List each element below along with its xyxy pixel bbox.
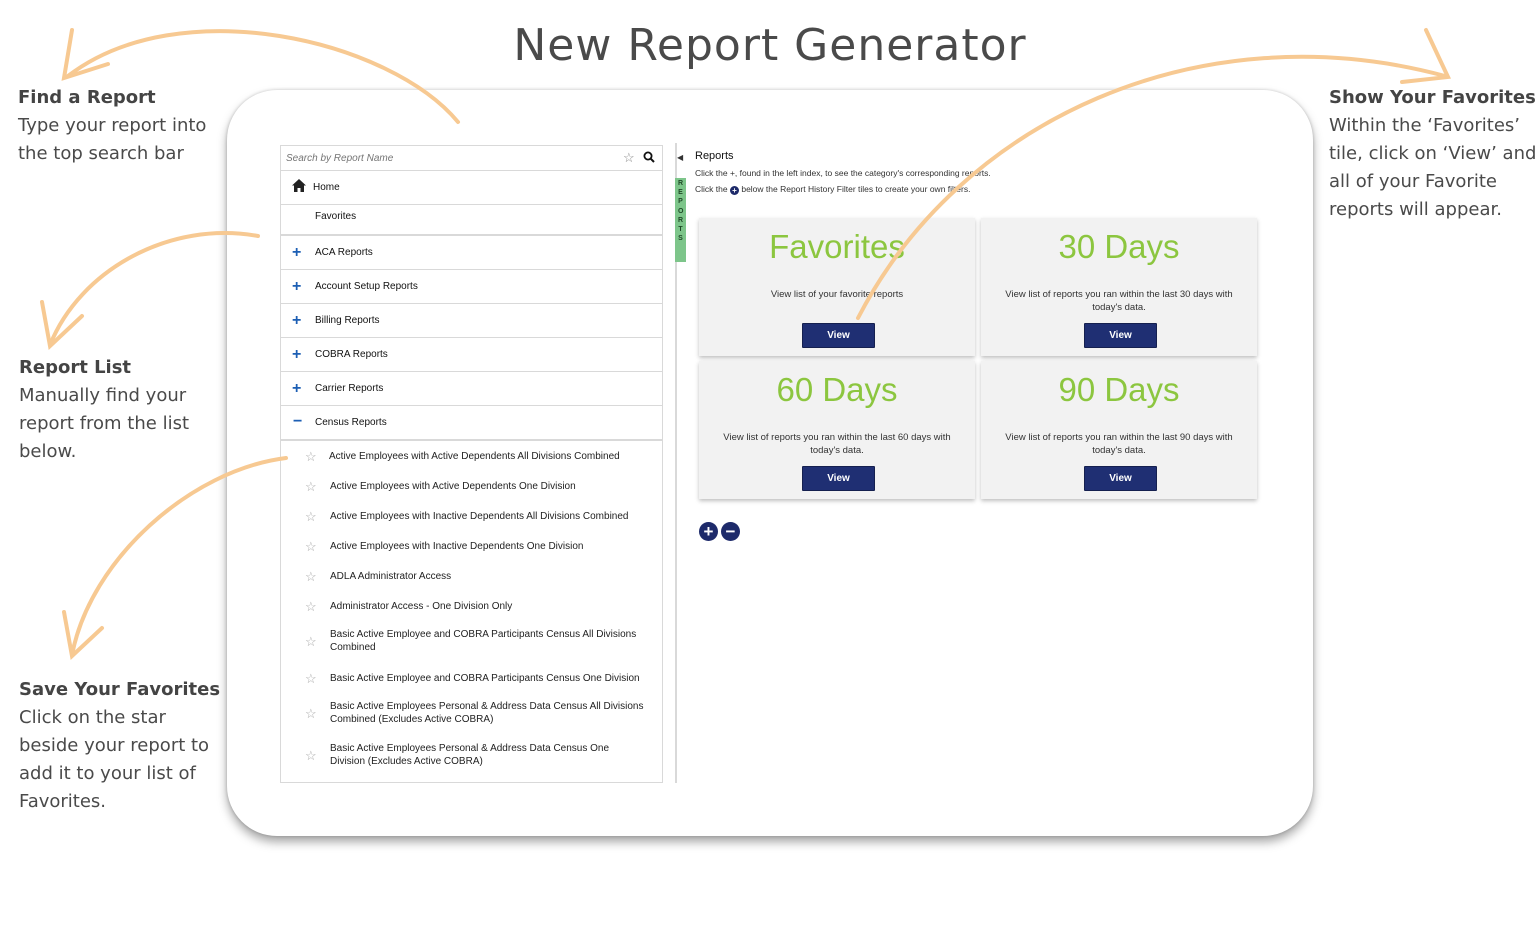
tile-favorites: Favorites View list of your favorite rep…	[699, 218, 975, 356]
note-line: Favorites.	[19, 791, 107, 812]
note-save-favorites: Save Your Favorites Click on the star be…	[19, 676, 220, 816]
note-heading: Find a Report	[18, 87, 156, 108]
favorite-star-icon[interactable]: ☆	[305, 509, 317, 525]
report-name[interactable]: Basic Active Employee and COBRA Particip…	[330, 628, 645, 654]
tile-90-days: 90 Days View list of reports you ran wit…	[981, 361, 1257, 499]
nav-favorites[interactable]: Favorites	[281, 200, 662, 236]
note-heading: Save Your Favorites	[19, 679, 221, 700]
view-60-days-button[interactable]: View	[802, 466, 875, 491]
favorite-star-icon[interactable]: ☆	[305, 599, 317, 615]
instruction-line-2-prefix: Click the	[695, 184, 728, 194]
tile-60-days: 60 Days View list of reports you ran wit…	[699, 361, 975, 499]
expand-plus-icon[interactable]: +	[292, 372, 301, 405]
nav-category-carrier[interactable]: + Carrier Reports	[281, 372, 662, 406]
note-line: the top search bar	[18, 143, 184, 164]
expand-plus-icon[interactable]: +	[292, 236, 301, 269]
note-line: Manually find your	[19, 385, 187, 406]
nav-category-account-setup[interactable]: + Account Setup Reports	[281, 270, 662, 304]
reports-side-tab[interactable]: REPORTS	[675, 178, 686, 262]
nav-category-cobra[interactable]: + COBRA Reports	[281, 338, 662, 372]
tile-30-days: 30 Days View list of reports you ran wit…	[981, 218, 1257, 356]
expand-plus-icon[interactable]: +	[292, 270, 301, 303]
view-90-days-button[interactable]: View	[1084, 466, 1157, 491]
instruction-line-2-suffix: below the Report History Filter tiles to…	[741, 184, 971, 194]
page-title: New Report Generator	[513, 20, 1027, 71]
note-find-report: Find a Report Type your report into the …	[18, 84, 206, 168]
tile-description: View list of reports you ran within the …	[1005, 289, 1233, 313]
expand-plus-icon[interactable]: +	[292, 338, 301, 371]
tile-title: 30 Days	[1058, 228, 1180, 265]
note-heading: Show Your Favorites	[1329, 87, 1536, 108]
minus-circle-icon[interactable]: −	[721, 522, 740, 541]
category-label: Census Reports	[315, 417, 387, 428]
tile-description: View list of reports you ran within the …	[1005, 432, 1233, 456]
note-line: add it to your list of	[19, 763, 196, 784]
search-icon[interactable]	[643, 150, 655, 168]
favorite-star-icon[interactable]: ☆	[305, 479, 317, 495]
report-name[interactable]: Active Employees with Active Dependents …	[329, 450, 644, 463]
favorite-star-icon[interactable]: ☆	[305, 748, 317, 764]
category-label: COBRA Reports	[315, 349, 388, 360]
reports-heading: Reports	[695, 150, 734, 162]
note-report-list: Report List Manually find your report fr…	[19, 354, 189, 466]
favorite-star-icon[interactable]: ☆	[305, 634, 317, 650]
plus-circle-icon[interactable]: +	[699, 522, 718, 541]
nav-category-census[interactable]: − Census Reports	[281, 406, 662, 441]
collapse-minus-icon[interactable]: −	[293, 406, 302, 437]
expand-plus-icon[interactable]: +	[292, 304, 301, 337]
report-name[interactable]: Basic Active Employees Personal & Addres…	[330, 742, 645, 768]
report-index-panel: ☆ Home Favorites + ACA Reports + Account…	[280, 145, 663, 783]
favorite-star-icon[interactable]: ☆	[305, 706, 317, 722]
category-label: Carrier Reports	[315, 383, 384, 394]
tile-description: View list of your favorite reports	[770, 289, 904, 300]
side-tab-label: REPORTS	[678, 180, 684, 243]
nav-category-aca[interactable]: + ACA Reports	[281, 236, 662, 270]
note-line: report from the list	[19, 413, 190, 434]
view-favorites-button[interactable]: View	[802, 323, 875, 348]
note-line: Within the ‘Favorites’	[1329, 115, 1521, 136]
report-name[interactable]: Basic Active Employees Personal & Addres…	[330, 700, 645, 726]
note-line: Click on the star	[19, 707, 166, 728]
view-30-days-button[interactable]: View	[1084, 323, 1157, 348]
category-label: ACA Reports	[315, 247, 373, 258]
favorite-star-icon[interactable]: ☆	[305, 539, 317, 555]
report-name[interactable]: Administrator Access - One Division Only	[330, 600, 645, 613]
category-label: Billing Reports	[315, 315, 380, 326]
note-line: below.	[19, 441, 77, 462]
home-icon	[292, 179, 306, 195]
category-label: Account Setup Reports	[315, 281, 418, 292]
note-heading: Report List	[19, 357, 132, 378]
favorite-star-icon[interactable]: ☆	[305, 449, 317, 465]
arrow-list-head	[40, 300, 84, 350]
star-icon[interactable]: ☆	[623, 150, 635, 166]
report-name[interactable]: Active Employees with Active Dependents …	[330, 480, 645, 493]
tile-title: 60 Days	[776, 371, 898, 408]
note-line: all of your Favorite	[1329, 171, 1497, 192]
tile-description: View list of reports you ran within the …	[723, 432, 951, 456]
report-name[interactable]: Active Employees with Inactive Dependent…	[330, 510, 645, 523]
report-name[interactable]: ADLA Administrator Access	[330, 570, 645, 583]
search-bar: ☆	[281, 146, 662, 171]
arrow-save-head	[62, 610, 104, 660]
favorite-star-icon[interactable]: ☆	[305, 671, 317, 687]
instruction-line-2: Click the + below the Report History Fil…	[695, 184, 970, 195]
note-show-favorites: Show Your Favorites Within the ‘Favorite…	[1329, 84, 1536, 224]
tile-title: Favorites	[769, 228, 905, 265]
instruction-line-1: Click the +, found in the left index, to…	[695, 168, 991, 178]
nav-category-billing[interactable]: + Billing Reports	[281, 304, 662, 338]
search-input[interactable]	[284, 148, 608, 168]
collapse-left-icon[interactable]: ◀	[677, 153, 683, 162]
report-name[interactable]: Active Employees with Inactive Dependent…	[330, 540, 645, 553]
note-line: beside your report to	[19, 735, 210, 756]
favorite-star-icon[interactable]: ☆	[305, 569, 317, 585]
plus-circle-icon: +	[729, 186, 739, 195]
nav-favorites-label: Favorites	[315, 211, 357, 222]
tile-title: 90 Days	[1058, 371, 1180, 408]
report-name[interactable]: Basic Active Employee and COBRA Particip…	[330, 672, 645, 685]
note-line: Type your report into	[18, 115, 207, 136]
note-line: tile, click on ‘View’ and	[1329, 143, 1537, 164]
note-line: reports will appear.	[1329, 199, 1502, 220]
